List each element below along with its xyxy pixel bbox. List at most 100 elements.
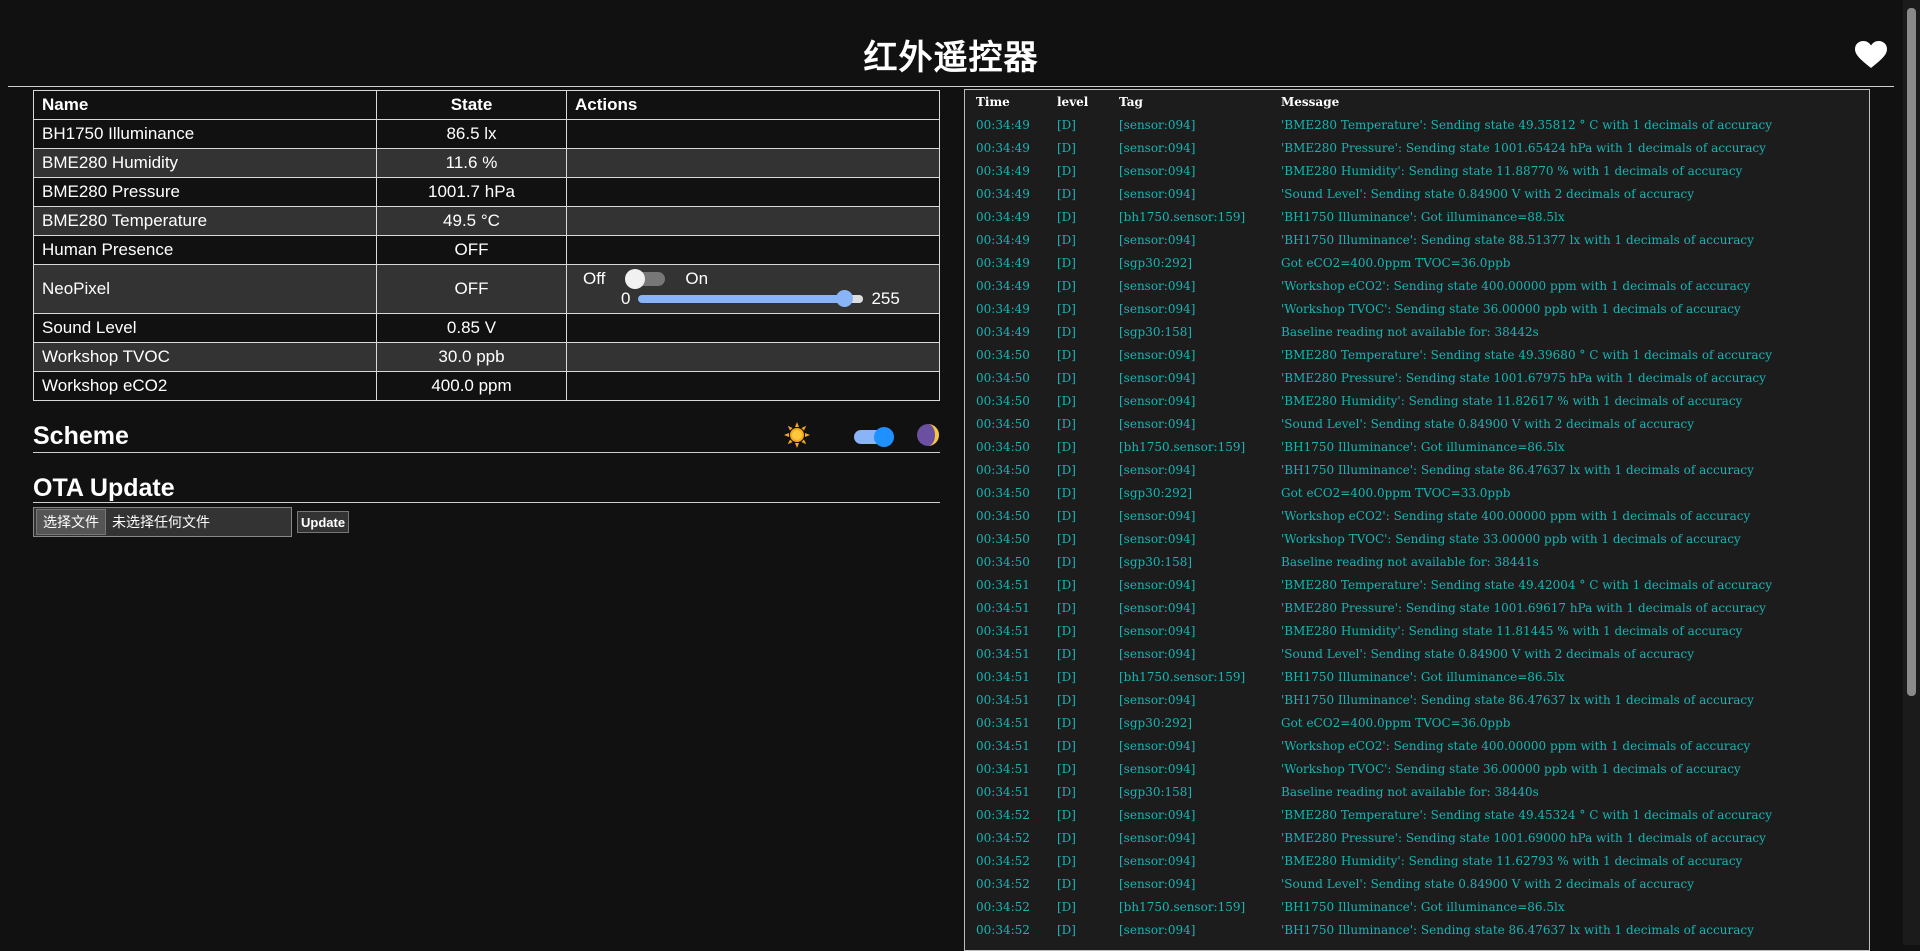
log-level: [D]: [1057, 876, 1076, 891]
log-row: 00:34:52 [D] [sensor:094] 'BME280 Temperatu…: [965, 803, 1869, 826]
row-state: 400.0 ppm: [376, 371, 567, 401]
log-row: 00:34:49 [D] [bh1750.sensor:159] 'BH1750 Il…: [965, 205, 1869, 228]
log-time: 00:34:52: [976, 830, 1030, 845]
log-level: [D]: [1057, 416, 1076, 431]
log-time: 00:34:50: [976, 462, 1030, 477]
row-actions: [566, 371, 940, 401]
log-time: 00:34:49: [976, 232, 1030, 247]
log-level: [D]: [1057, 830, 1076, 845]
log-row: 00:34:51 [D] [sensor:094] 'Workshop eCO2': …: [965, 734, 1869, 757]
log-level: [D]: [1057, 692, 1076, 707]
scheme-toggle[interactable]: [854, 427, 894, 447]
log-message: 'BME280 Pressure': Sending state 1001.69…: [1281, 600, 1766, 615]
row-name: Sound Level: [33, 313, 377, 343]
log-level: [D]: [1057, 186, 1076, 201]
log-header-time: Time: [976, 94, 1010, 109]
log-time: 00:34:50: [976, 347, 1030, 362]
row-name: BH1750 Illuminance: [33, 119, 377, 149]
log-message: 'Workshop TVOC': Sending state 36.00000 …: [1281, 761, 1741, 776]
log-level: [D]: [1057, 278, 1076, 293]
log-level: [D]: [1057, 899, 1076, 914]
neopixel-toggle[interactable]: [625, 269, 666, 289]
log-row: 00:34:50 [D] [bh1750.sensor:159] 'BH1750 Il…: [965, 435, 1869, 458]
log-time: 00:34:49: [976, 278, 1030, 293]
log-row: 00:34:51 [D] [sgp30:158] Baseline reading n…: [965, 780, 1869, 803]
log-level: [D]: [1057, 761, 1076, 776]
choose-file-button[interactable]: 选择文件: [36, 509, 106, 535]
log-message: Got eCO2=400.0ppm TVOC=36.0ppb: [1281, 255, 1511, 270]
scrollbar-thumb[interactable]: [1907, 8, 1916, 696]
log-row: 00:34:51 [D] [sensor:094] 'Sound Level': Se…: [965, 642, 1869, 665]
log-level: [D]: [1057, 347, 1076, 362]
log-message: 'BME280 Temperature': Sending state 49.3…: [1281, 117, 1773, 132]
log-row: 00:34:51 [D] [sgp30:292] Got eCO2=400.0ppm …: [965, 711, 1869, 734]
log-tag: [sensor:094]: [1119, 232, 1196, 247]
brightness-slider[interactable]: [638, 290, 864, 307]
row-name: Workshop TVOC: [33, 342, 377, 372]
log-level: [D]: [1057, 784, 1076, 799]
log-tag: [sensor:094]: [1119, 600, 1196, 615]
sun-icon: [784, 421, 810, 453]
row-state: OFF: [376, 264, 567, 314]
log-tag: [sensor:094]: [1119, 117, 1196, 132]
log-row: 00:34:49 [D] [sensor:094] 'BME280 Humidity'…: [965, 159, 1869, 182]
ota-title: OTA Update: [33, 474, 175, 502]
ota-form: 选择文件 未选择任何文件 Update: [33, 507, 940, 537]
log-message: 'BH1750 Illuminance': Sending state 86.4…: [1281, 922, 1754, 937]
file-input[interactable]: 选择文件 未选择任何文件: [33, 507, 292, 537]
update-button[interactable]: Update: [297, 511, 350, 533]
log-level: [D]: [1057, 600, 1076, 615]
log-time: 00:34:52: [976, 922, 1030, 937]
slider-thumb[interactable]: [836, 290, 854, 307]
row-name: NeoPixel: [33, 264, 377, 314]
page-scrollbar[interactable]: [1903, 0, 1920, 945]
log-level: [D]: [1057, 669, 1076, 684]
log-level: [D]: [1057, 853, 1076, 868]
moon-icon: [916, 423, 940, 452]
log-row: 00:34:49 [D] [sgp30:158] Baseline reading n…: [965, 320, 1869, 343]
log-tag: [bh1750.sensor:159]: [1119, 899, 1246, 914]
log-time: 00:34:49: [976, 209, 1030, 224]
log-tag: [sensor:094]: [1119, 347, 1196, 362]
log-row: 00:34:49 [D] [sensor:094] 'BH1750 Illuminan…: [965, 228, 1869, 251]
table-row: BME280 Pressure 1001.7 hPa: [33, 177, 940, 207]
log-row: 00:34:50 [D] [sensor:094] 'BH1750 Illuminan…: [965, 458, 1869, 481]
log-message: 'Sound Level': Sending state 0.84900 V w…: [1281, 646, 1695, 661]
row-actions: [566, 206, 940, 236]
log-row: 00:34:51 [D] [sensor:094] 'BME280 Humidity'…: [965, 619, 1869, 642]
log-tag: [sensor:094]: [1119, 163, 1196, 178]
log-message: 'BH1750 Illuminance': Sending state 86.4…: [1281, 462, 1754, 477]
log-tag: [sensor:094]: [1119, 186, 1196, 201]
log-row: 00:34:51 [D] [sensor:094] 'BME280 Pressure'…: [965, 596, 1869, 619]
neopixel-actions: Off On 0 255: [566, 264, 940, 314]
log-time: 00:34:51: [976, 738, 1030, 753]
log-time: 00:34:52: [976, 807, 1030, 822]
off-label: Off: [583, 269, 606, 288]
log-level: [D]: [1057, 324, 1076, 339]
log-row: 00:34:51 [D] [sensor:094] 'BME280 Temperatu…: [965, 573, 1869, 596]
file-status-label: 未选择任何文件: [112, 514, 210, 530]
log-row: 00:34:49 [D] [sensor:094] 'Workshop eCO2': …: [965, 274, 1869, 297]
column-header-actions: Actions: [566, 90, 940, 120]
log-tag: [bh1750.sensor:159]: [1119, 209, 1246, 224]
log-row: 00:34:51 [D] [sensor:094] 'BH1750 Illuminan…: [965, 688, 1869, 711]
log-tag: [sensor:094]: [1119, 278, 1196, 293]
left-panel: Name State Actions BH1750 Illuminance 86…: [33, 90, 940, 537]
log-time: 00:34:50: [976, 439, 1030, 454]
log-time: 00:34:49: [976, 186, 1030, 201]
log-time: 00:34:49: [976, 301, 1030, 316]
row-state: 86.5 lx: [376, 119, 567, 149]
log-tag: [sensor:094]: [1119, 761, 1196, 776]
table-row: NeoPixel OFF Off On 0 255: [33, 264, 940, 314]
log-row: 00:34:50 [D] [sensor:094] 'Workshop eCO2': …: [965, 504, 1869, 527]
log-message: 'Sound Level': Sending state 0.84900 V w…: [1281, 876, 1695, 891]
log-time: 00:34:51: [976, 715, 1030, 730]
heart-icon[interactable]: [1848, 32, 1894, 78]
log-message: 'BH1750 Illuminance': Sending state 86.4…: [1281, 692, 1754, 707]
log-tag: [sensor:094]: [1119, 807, 1196, 822]
column-header-state: State: [376, 90, 567, 120]
log-level: [D]: [1057, 209, 1076, 224]
log-row: 00:34:50 [D] [sensor:094] 'BME280 Temperatu…: [965, 343, 1869, 366]
log-tag: [sensor:094]: [1119, 577, 1196, 592]
log-tag: [sensor:094]: [1119, 462, 1196, 477]
